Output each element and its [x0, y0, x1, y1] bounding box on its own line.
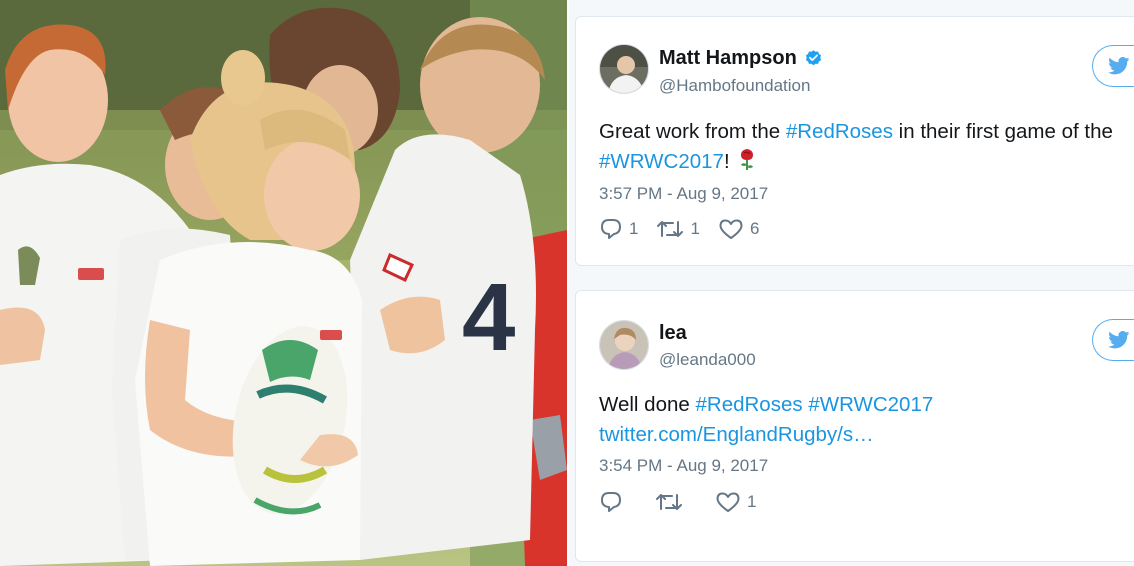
url-link[interactable]: twitter.com/EnglandRugby/s… [599, 423, 874, 446]
verified-badge-icon [805, 50, 821, 66]
like-button[interactable]: 1 [715, 491, 756, 513]
like-button[interactable]: 6 [718, 218, 759, 240]
tweet-timestamp[interactable]: 3:57 PM - Aug 9, 2017 [599, 184, 768, 204]
twitter-follow-button[interactable] [1092, 45, 1134, 87]
avatar-image [600, 321, 648, 369]
avatar[interactable] [599, 320, 649, 370]
tweet-timestamp[interactable]: 3:54 PM - Aug 9, 2017 [599, 456, 768, 476]
hashtag-link[interactable]: #WRWC2017 [808, 393, 933, 416]
user-handle[interactable]: @leanda000 [659, 350, 756, 370]
retweet-icon [656, 494, 682, 510]
rugby-team-photo: 4 [0, 0, 567, 566]
tweet-text-segment: in their first game of the [892, 120, 1113, 143]
user-handle[interactable]: @Hambofoundation [659, 76, 810, 96]
retweet-count: 1 [690, 219, 700, 238]
tweet-text-segment: Great work from the [599, 120, 786, 143]
hashtag-link[interactable]: #RedRoses [786, 120, 893, 143]
tweet-actions: 1 1 6 [599, 218, 777, 240]
twitter-bird-icon [1108, 57, 1130, 75]
like-icon [719, 219, 743, 239]
tweet-text: Great work from the #RedRoses in their f… [599, 117, 1113, 177]
shirt-number: 4 [462, 264, 515, 371]
rose-emoji [740, 149, 753, 170]
display-name[interactable]: Matt Hampson [659, 47, 797, 70]
retweet-button[interactable] [655, 491, 697, 513]
reply-count: 1 [629, 219, 639, 238]
tweet-card[interactable]: lea @leanda000 Well done #RedRoses #WRWC… [575, 290, 1134, 562]
tweet-text-segment: ! [723, 150, 730, 173]
tweet-card[interactable]: Matt Hampson @Hambofoundation Great work… [575, 16, 1134, 266]
hashtag-link[interactable]: #WRWC2017 [599, 150, 724, 173]
like-count: 6 [749, 219, 760, 238]
tweet-feed: Matt Hampson @Hambofoundation Great work… [569, 0, 1134, 566]
hashtag-link[interactable]: #RedRoses [695, 393, 802, 416]
tweet-actions: 1 [599, 491, 774, 513]
photo-illustration: 4 [0, 0, 567, 566]
avatar[interactable] [599, 44, 649, 94]
like-count: 1 [747, 492, 757, 511]
retweet-icon [657, 221, 684, 237]
retweet-button[interactable]: 1 [656, 218, 700, 240]
avatar-image [600, 45, 648, 93]
reply-button[interactable]: 1 [599, 218, 638, 240]
tweet-text-segment: Well done [599, 393, 696, 416]
twitter-follow-button[interactable] [1092, 319, 1134, 361]
like-icon [716, 492, 740, 512]
twitter-bird-icon [1108, 331, 1130, 349]
display-name[interactable]: lea [659, 322, 687, 345]
reply-icon [601, 219, 621, 239]
tweet-text: Well done #RedRoses #WRWC2017 twitter.co… [599, 390, 933, 450]
reply-button[interactable] [599, 491, 637, 513]
reply-icon [601, 492, 621, 512]
